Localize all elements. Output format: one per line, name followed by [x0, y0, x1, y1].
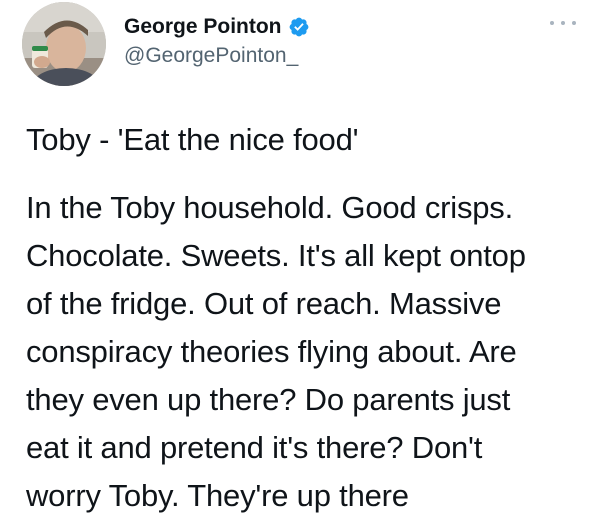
more-options-icon[interactable]: [550, 16, 576, 30]
avatar-photo: [22, 2, 106, 86]
tweet-body-paragraph: In the Toby household. Good crisps. Choc…: [26, 190, 526, 513]
author-display-name[interactable]: George Pointon: [124, 15, 282, 39]
avatar[interactable]: [22, 2, 106, 86]
tweet-text: Toby - 'Eat the nice food' In the Toby h…: [26, 116, 591, 520]
author-handle[interactable]: @GeorgePointon_: [124, 44, 298, 68]
tweet-title-line: Toby - 'Eat the nice food': [26, 122, 359, 157]
more-dot: [572, 21, 576, 25]
tweet-card: George Pointon @GeorgePointon_ Toby - 'E…: [0, 0, 599, 532]
author-name-row[interactable]: George Pointon: [124, 15, 310, 39]
verified-badge-icon: [288, 16, 310, 38]
more-dot: [561, 21, 565, 25]
more-dot: [550, 21, 554, 25]
